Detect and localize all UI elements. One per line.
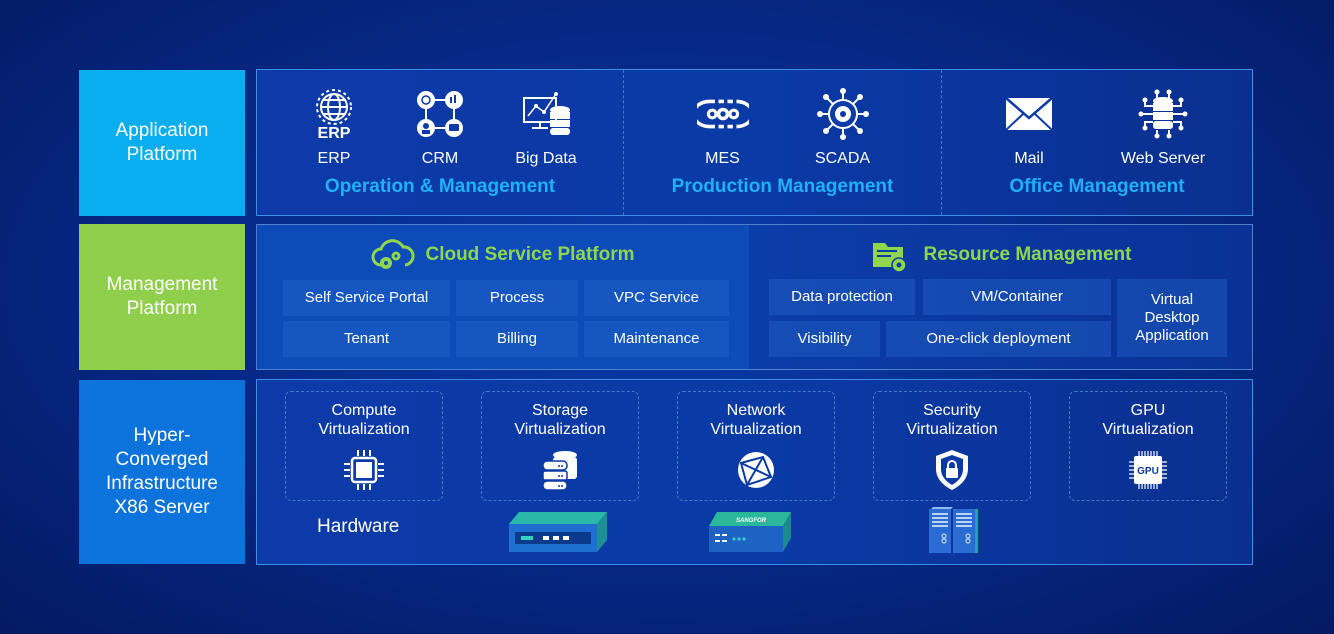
folder-gear-icon — [873, 243, 908, 273]
scada-gear-network-icon — [816, 88, 869, 140]
cell-billing: Billing — [456, 321, 578, 357]
database-stack-icon — [542, 451, 577, 491]
app-item-web-server: Web Server — [1095, 88, 1231, 168]
app-item-big-data: Big Data — [493, 88, 599, 168]
crm-network-icon — [417, 91, 463, 137]
hardware-label: Hardware — [317, 516, 400, 537]
gpu-virtualization-box: GPU Virtualization GPU — [1069, 391, 1227, 501]
group-title-office-management: Office Management — [1009, 176, 1185, 197]
web-server-database-circuit-icon — [1138, 89, 1188, 139]
network-globe-icon — [738, 452, 774, 488]
resource-management-section: Resource Management Data protection VM/C… — [749, 225, 1252, 369]
app-item-name: Mail — [1014, 150, 1044, 167]
cloud-gears-icon — [372, 239, 415, 269]
network-virtualization-box: Network Virtualization — [677, 391, 835, 501]
mail-envelope-icon — [1005, 97, 1053, 131]
cell-self-service-portal: Self Service Portal — [283, 280, 450, 316]
layer-label-infrastructure: Hyper- Converged Infrastructure X86 Serv… — [79, 380, 245, 564]
app-item-name: Big Data — [515, 150, 577, 167]
app-item-name: CRM — [421, 150, 459, 167]
big-data-monitor-database-icon — [523, 92, 570, 135]
cell-visibility: Visibility — [769, 321, 880, 357]
vbox-title: Network Virtualization — [710, 402, 802, 438]
app-item-crm: CRM — [387, 88, 493, 168]
vbox-title: GPU Virtualization — [1102, 402, 1194, 438]
shield-lock-icon — [936, 450, 968, 490]
resource-management-header: Resource Management — [749, 225, 1252, 281]
app-item-mail: Mail — [963, 88, 1095, 168]
layer-label-application-platform: Application Platform — [79, 70, 245, 216]
group-title-production-management: Production Management — [671, 176, 894, 197]
application-platform-panel: ERP ERP CRM Big Data Operation & Managem… — [256, 69, 1253, 216]
rack-cabinet-icon — [929, 507, 978, 553]
cell-process: Process — [456, 280, 578, 316]
cell-vpc-service: VPC Service — [584, 280, 729, 316]
vbox-title: Security Virtualization — [906, 402, 998, 438]
app-item-name: ERP — [317, 150, 351, 167]
cell-maintenance: Maintenance — [584, 321, 729, 357]
server-appliance-icon — [509, 512, 607, 552]
infrastructure-panel: Compute Virtualization Storage Virtualiz… — [256, 379, 1253, 565]
app-item-name: SCADA — [814, 150, 871, 167]
operation-management-group: ERP ERP CRM Big Data Operation & Managem… — [257, 70, 623, 215]
office-management-group: Mail Web Server Office Management — [941, 70, 1252, 215]
app-item-erp: ERP ERP — [281, 88, 387, 168]
app-item-scada: SCADA — [783, 88, 903, 168]
layer-label-management-platform: Management Platform — [79, 224, 245, 370]
app-item-mes: MES — [663, 88, 783, 168]
security-virtualization-box: Security Virtualization — [873, 391, 1031, 501]
gpu-chip-icon: GPU — [1129, 451, 1167, 489]
app-item-name: MES — [705, 150, 740, 167]
cloud-service-platform-title: Cloud Service Platform — [425, 244, 635, 265]
resource-management-title: Resource Management — [923, 244, 1132, 265]
erp-globe-gear-icon: ERP — [316, 89, 352, 140]
management-platform-panel: Cloud Service Platform Self Service Port… — [256, 224, 1253, 370]
cell-data-protection: Data protection — [769, 279, 915, 315]
mes-gears-cycle-icon — [696, 99, 749, 129]
vbox-title: Compute Virtualization — [318, 402, 410, 438]
svg-text:ERP: ERP — [318, 125, 351, 140]
cell-vm-container: VM/Container — [923, 279, 1111, 315]
compute-virtualization-box: Compute Virtualization — [285, 391, 443, 501]
cloud-service-platform-header: Cloud Service Platform — [257, 225, 749, 281]
cell-one-click-deployment: One-click deployment — [886, 321, 1111, 357]
cell-virtual-desktop-application: Virtual Desktop Application — [1117, 279, 1227, 357]
cloud-service-platform-section: Cloud Service Platform Self Service Port… — [257, 225, 749, 369]
cpu-chip-icon — [344, 450, 384, 490]
storage-virtualization-box: Storage Virtualization — [481, 391, 639, 501]
vbox-title: Storage Virtualization — [514, 402, 606, 438]
svg-text:GPU: GPU — [1137, 466, 1159, 477]
cell-tenant: Tenant — [283, 321, 450, 357]
app-item-name: Web Server — [1120, 150, 1206, 167]
gateway-appliance-icon: SANGFOR — [709, 512, 791, 552]
production-management-group: MES SCADA Production Management — [623, 70, 941, 215]
group-title-operation-management: Operation & Management — [324, 176, 556, 197]
device-brand-text: SANGFOR — [736, 518, 767, 524]
